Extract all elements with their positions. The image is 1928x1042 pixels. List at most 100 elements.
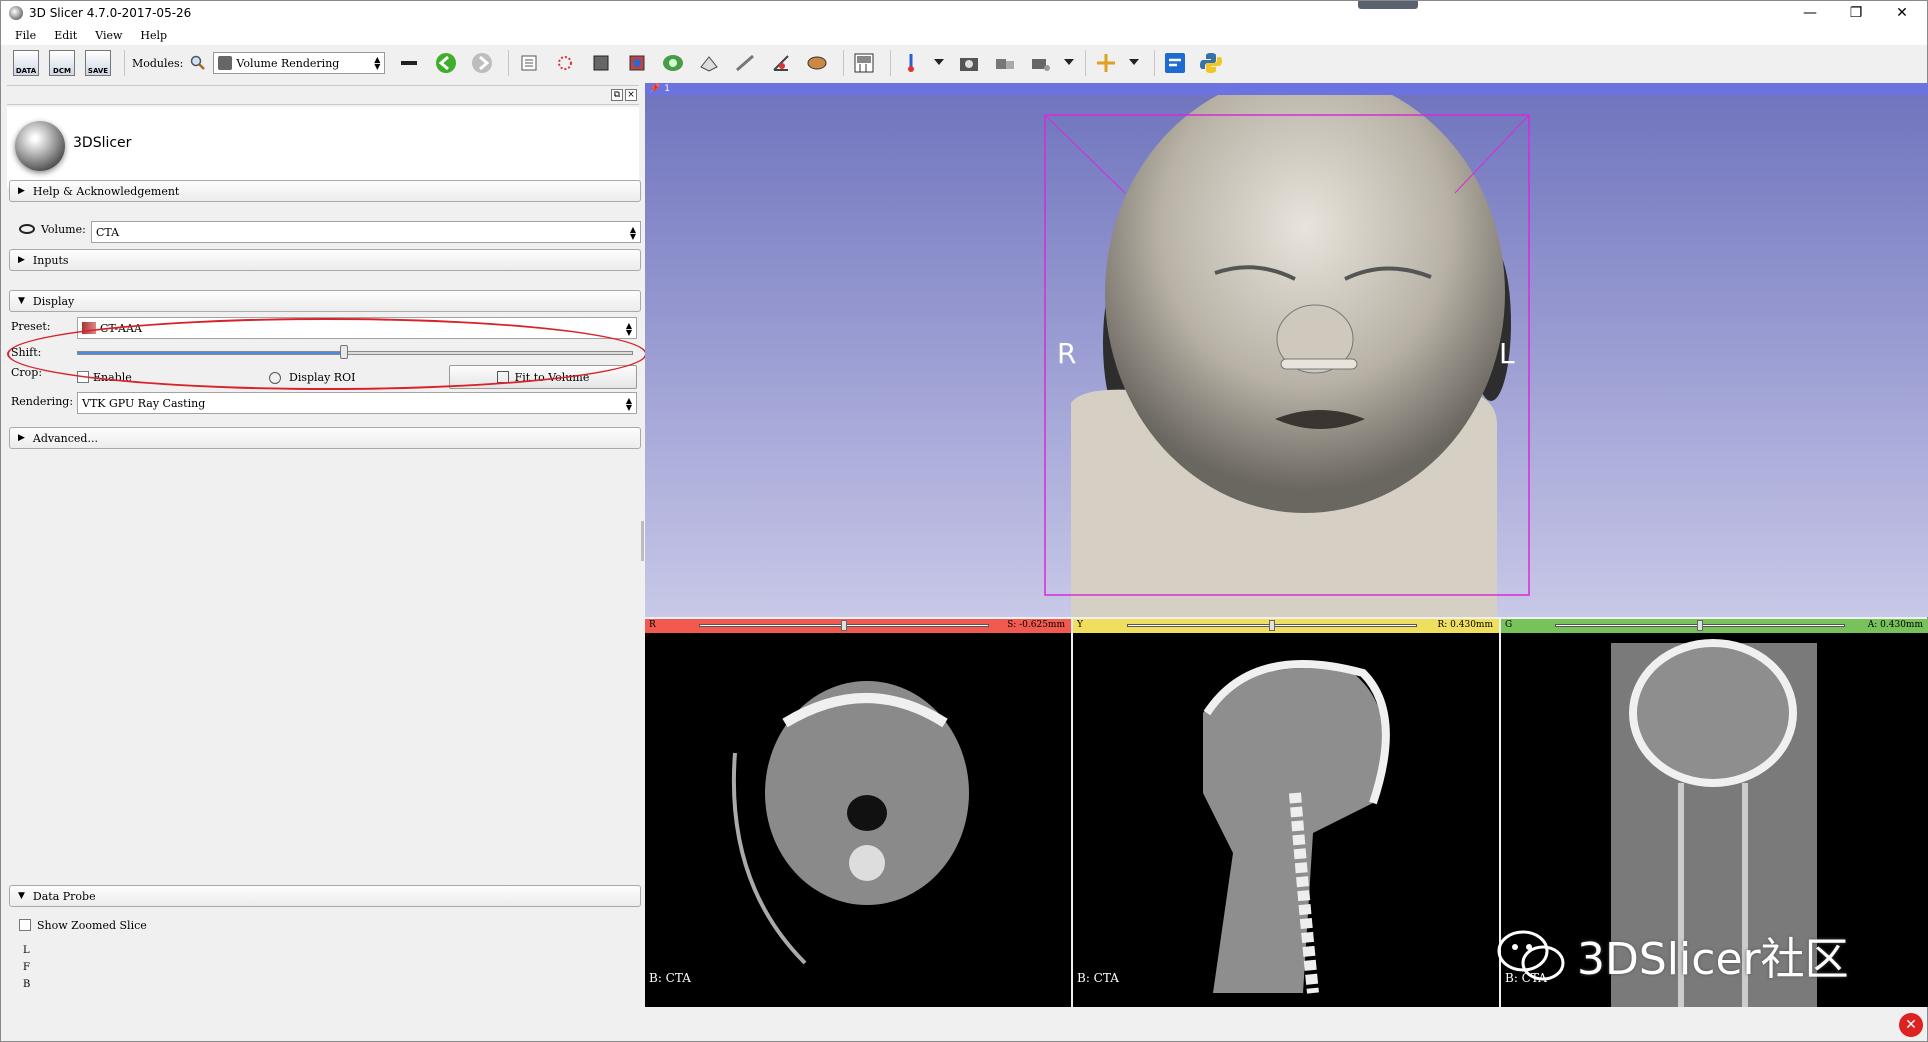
green-slice-tag: G <box>1505 620 1513 630</box>
data-probe-section-toggle[interactable]: ▼ Data Probe <box>9 885 641 907</box>
crosshair-icon[interactable] <box>1091 48 1121 78</box>
module-panel: ⧉ × 3DSlicer ▶ Help & Acknowledgement Vo… <box>5 85 647 1041</box>
sagittal-ct-image <box>1203 660 1390 994</box>
chevron-down-icon[interactable] <box>1062 48 1076 78</box>
red-slice-offset: S: -0.625mm <box>1007 620 1065 630</box>
3d-view[interactable]: R L <box>645 83 1928 617</box>
show-zoomed-slice-checkbox[interactable] <box>19 919 31 931</box>
segment-editor-icon[interactable] <box>658 48 688 78</box>
inputs-section-toggle[interactable]: ▶ Inputs <box>9 249 641 271</box>
undock-icon[interactable]: ⧉ <box>611 89 623 101</box>
eye-closed-icon <box>269 371 281 384</box>
markups-icon[interactable] <box>550 48 580 78</box>
transforms-icon[interactable] <box>694 48 724 78</box>
ruler-icon[interactable] <box>730 48 760 78</box>
shift-slider-handle[interactable] <box>339 345 348 359</box>
menu-view[interactable]: View <box>95 29 122 42</box>
3d-view-controller-bar[interactable]: 📌 1 <box>645 83 1928 95</box>
preset-selector[interactable]: CT-AAA ▲ ▼ <box>77 317 637 339</box>
toolbar-separator <box>508 50 510 76</box>
window-title: 3D Slicer 4.7.0-2017-05-26 <box>29 6 192 20</box>
volume-selector[interactable]: CTA ▲ ▼ <box>91 221 641 243</box>
close-button[interactable]: ✕ <box>1879 1 1925 25</box>
inputs-section-label: Inputs <box>32 253 69 267</box>
3d-volume-render <box>1044 83 1530 617</box>
menu-file[interactable]: File <box>15 29 36 42</box>
logo-text: 3DSlicer <box>73 135 132 151</box>
menu-help[interactable]: Help <box>140 29 167 42</box>
layout-icon[interactable] <box>849 48 879 78</box>
load-data-button[interactable]: DATA <box>11 48 41 78</box>
green-slice-handle[interactable] <box>1697 620 1703 631</box>
menu-bar: File Edit View Help <box>1 25 1927 45</box>
forward-arrow-icon[interactable] <box>467 48 497 78</box>
crosshair-ras-icon[interactable] <box>896 48 926 78</box>
green-slice-offset: A: 0.430mm <box>1867 620 1923 630</box>
green-slice-controller[interactable]: G A: 0.430mm <box>1501 619 1928 633</box>
advanced-section-toggle[interactable]: ▶ Advanced... <box>9 427 641 449</box>
enable-crop-checkbox[interactable] <box>77 371 89 383</box>
models-icon[interactable] <box>586 48 616 78</box>
shift-slider-track[interactable] <box>77 351 633 355</box>
view-tag: 1 <box>664 84 670 94</box>
screenshot-icon[interactable] <box>954 48 984 78</box>
module-selected: Volume Rendering <box>236 56 340 70</box>
back-arrow-icon[interactable] <box>431 48 461 78</box>
eye-icon[interactable] <box>19 224 35 234</box>
collapsed-arrow-icon: ▶ <box>18 433 25 443</box>
display-section-toggle[interactable]: ▼ Display <box>9 290 641 312</box>
extensions-icon[interactable] <box>802 48 832 78</box>
angle-icon[interactable] <box>766 48 796 78</box>
minimize-button[interactable]: — <box>1787 1 1833 25</box>
rendering-selector[interactable]: VTK GPU Ray Casting ▲ ▼ <box>77 392 637 414</box>
red-slice-view[interactable]: B: CTA <box>645 633 1071 1007</box>
expanded-arrow-icon: ▼ <box>18 296 25 306</box>
red-slice-controller[interactable]: R S: -0.625mm <box>645 619 1071 633</box>
red-slice-layer-label: B: CTA <box>649 971 691 985</box>
scene-view-icon[interactable] <box>990 48 1020 78</box>
yellow-slice-view[interactable]: B: CTA <box>1073 633 1499 1007</box>
save-button[interactable]: SAVE <box>83 48 113 78</box>
yellow-slice-controller[interactable]: Y R: 0.430mm <box>1073 619 1499 633</box>
combo-spin-icon: ▲ ▼ <box>629 225 636 241</box>
modules-label: Modules: <box>132 56 184 70</box>
menu-edit[interactable]: Edit <box>54 29 77 42</box>
chevron-down-icon[interactable] <box>1127 48 1141 78</box>
python-console-icon[interactable] <box>1196 48 1226 78</box>
close-panel-icon[interactable]: × <box>625 89 637 101</box>
display-roi-toggle[interactable]: Display ROI <box>269 371 355 384</box>
red-slice-handle[interactable] <box>841 620 847 631</box>
watermark-text: 3DSlicer社区 <box>1577 934 1849 985</box>
module-search-icon[interactable] <box>187 48 209 78</box>
toolbar-separator <box>843 50 845 76</box>
combo-spin-icon: ▲ ▼ <box>625 396 632 412</box>
orientation-marker-right: R <box>1057 337 1077 370</box>
data-icon: DATA <box>13 50 39 76</box>
dcm-icon: DCM <box>49 50 75 76</box>
red-slice-tag: R <box>649 620 656 630</box>
orientation-marker-left: L <box>1499 337 1515 370</box>
data-module-icon[interactable] <box>514 48 544 78</box>
capture-icon[interactable] <box>1026 48 1056 78</box>
module-selector[interactable]: Volume Rendering ▲ ▼ <box>213 52 386 74</box>
chevron-down-icon[interactable] <box>932 48 946 78</box>
advanced-section-label: Advanced... <box>32 431 98 445</box>
volume-rendering-module-icon[interactable] <box>622 48 652 78</box>
restore-button[interactable]: ❐ <box>1833 1 1879 25</box>
screen-edge-tab <box>1358 1 1418 9</box>
enable-label: Enable <box>93 371 132 384</box>
yellow-slice-handle[interactable] <box>1269 620 1275 631</box>
help-section-toggle[interactable]: ▶ Help & Acknowledgement <box>9 180 641 202</box>
panel-splitter[interactable] <box>641 521 644 561</box>
fit-to-volume-button[interactable]: Fit to Volume <box>449 365 637 389</box>
shift-slider-fill <box>78 352 345 354</box>
preset-value: CT-AAA <box>100 321 142 335</box>
error-log-icon[interactable]: ✕ <box>1899 1013 1923 1037</box>
pin-icon[interactable]: 📌 <box>649 84 660 94</box>
combo-spin-icon: ▲ ▼ <box>625 321 632 337</box>
module-history-icon[interactable] <box>395 48 425 78</box>
shift-label: Shift: <box>11 346 42 359</box>
yellow-slice-tag: Y <box>1077 620 1083 630</box>
load-dicom-button[interactable]: DCM <box>47 48 77 78</box>
extension-manager-icon[interactable] <box>1160 48 1190 78</box>
